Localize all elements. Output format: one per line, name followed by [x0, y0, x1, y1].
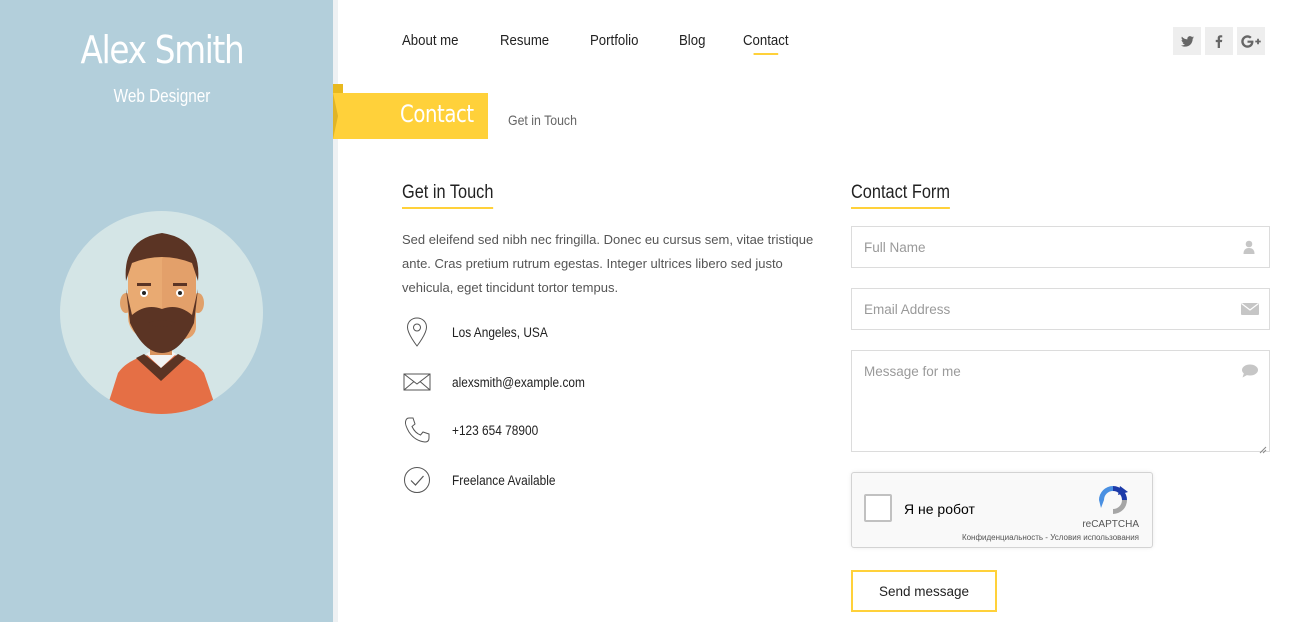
message-field[interactable]: Message for me	[851, 350, 1270, 454]
google-plus-icon[interactable]	[1237, 27, 1265, 55]
recaptcha-label: Я не робот	[904, 501, 975, 517]
nav-portfolio[interactable]: Portfolio	[590, 32, 638, 49]
phone-text: +123 654 78900	[452, 422, 539, 438]
intro-text: Sed eleifend sed nibh nec fringilla. Don…	[402, 232, 814, 295]
location-text: Los Angeles, USA	[452, 324, 548, 340]
nav-resume[interactable]: Resume	[500, 32, 549, 49]
nav-about[interactable]: About me	[402, 32, 459, 49]
envelope-icon	[1241, 302, 1259, 316]
social-links	[1173, 27, 1265, 55]
recaptcha-logo-icon	[1096, 483, 1130, 517]
get-in-touch-heading: Get in Touch	[402, 182, 494, 209]
info-email: alexsmith@example.com	[402, 367, 585, 397]
full-name-field[interactable]: Full Name	[851, 226, 1270, 268]
facebook-icon[interactable]	[1205, 27, 1233, 55]
profile-name: Alex Smith	[80, 28, 245, 72]
page-title: Contact	[400, 100, 474, 128]
email-field[interactable]: Email Address	[851, 288, 1270, 330]
freelance-text: Freelance Available	[452, 472, 556, 488]
envelope-icon	[402, 367, 432, 397]
check-circle-icon	[402, 465, 432, 495]
sidebar: Alex Smith Web Designer	[0, 0, 333, 622]
recaptcha-links[interactable]: Конфиденциальность - Условия использован…	[962, 533, 1139, 542]
location-pin-icon	[402, 317, 432, 347]
info-phone: +123 654 78900	[402, 415, 538, 445]
info-location: Los Angeles, USA	[402, 317, 548, 347]
phone-icon	[402, 415, 432, 445]
recaptcha-brand: reCAPTCHA	[1082, 519, 1139, 530]
recaptcha-widget: Я не робот reCAPTCHA Конфиденциальность …	[851, 472, 1153, 548]
speech-bubble-icon	[1241, 364, 1258, 378]
info-freelance: Freelance Available	[402, 465, 555, 495]
twitter-icon[interactable]	[1173, 27, 1201, 55]
resize-handle[interactable]	[1259, 441, 1267, 454]
send-message-button[interactable]: Send message	[851, 570, 997, 612]
contact-form-heading: Contact Form	[851, 182, 951, 209]
main-nav: About me Resume Portfolio Blog Contact	[402, 32, 829, 55]
message-placeholder: Message for me	[864, 364, 961, 379]
recaptcha-checkbox[interactable]	[864, 494, 892, 522]
user-icon	[1241, 240, 1257, 254]
nav-blog[interactable]: Blog	[679, 32, 705, 49]
page-subtitle: Get in Touch	[508, 112, 577, 128]
profile-role: Web Designer	[113, 86, 211, 106]
full-name-placeholder: Full Name	[864, 240, 926, 255]
email-text: alexsmith@example.com	[452, 374, 585, 390]
nav-contact[interactable]: Contact	[743, 32, 789, 55]
email-placeholder: Email Address	[864, 302, 951, 317]
avatar	[60, 211, 263, 414]
